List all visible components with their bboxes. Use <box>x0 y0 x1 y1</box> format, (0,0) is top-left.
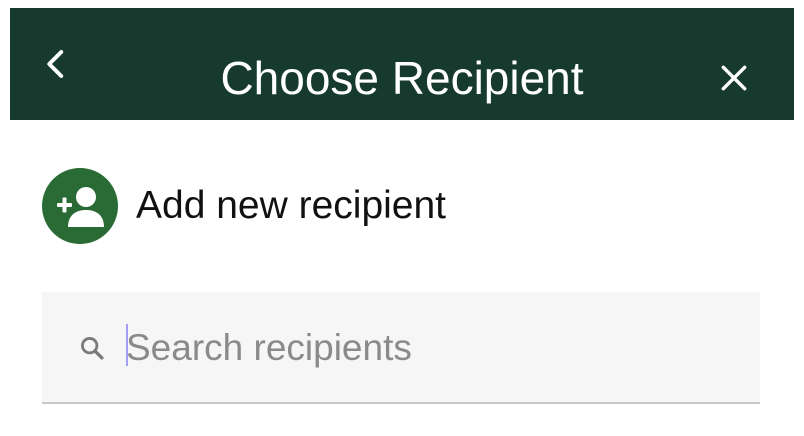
close-icon <box>721 65 747 91</box>
search-field-container[interactable] <box>42 292 760 404</box>
app-header: Choose Recipient <box>10 8 794 120</box>
add-recipient-avatar <box>42 168 118 244</box>
close-button[interactable] <box>718 62 750 94</box>
search-input[interactable] <box>126 326 726 370</box>
text-cursor <box>126 324 128 366</box>
add-new-recipient-label: Add new recipient <box>136 184 447 227</box>
search-icon <box>81 337 104 360</box>
add-new-recipient-button[interactable]: Add new recipient <box>42 168 542 246</box>
page-title: Choose Recipient <box>220 52 584 104</box>
add-person-icon <box>57 187 104 227</box>
back-button[interactable] <box>38 46 74 82</box>
choose-recipient-screen: Choose Recipient Add new recipient <box>0 0 804 436</box>
chevron-left-icon <box>47 50 64 78</box>
